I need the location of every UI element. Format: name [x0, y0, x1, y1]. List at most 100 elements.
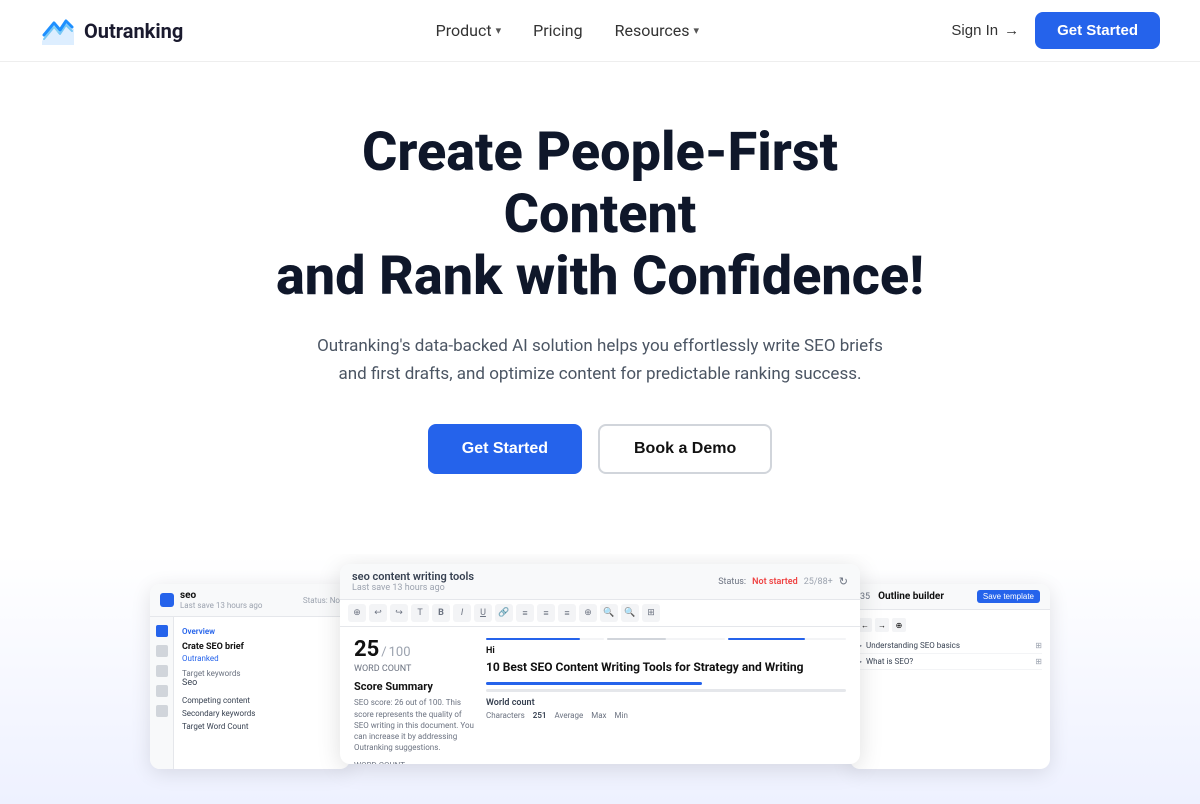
- screenshot-container: seo Last save 13 hours ago Status: No Ov…: [150, 564, 1050, 784]
- center-topbar-right: Status: Not started 25/88+ ↻: [718, 575, 848, 588]
- toolbar-btn-1[interactable]: ⊕: [348, 604, 366, 622]
- mini-logo-icon: [160, 593, 174, 607]
- max-label: Max: [591, 711, 606, 720]
- left-panel-title: seo: [180, 590, 262, 601]
- outline-expand-2: ⊞: [1035, 657, 1042, 666]
- score-separator: /: [381, 645, 386, 660]
- content-section: Hi 10 Best SEO Content Writing Tools for…: [486, 637, 846, 764]
- sidebar-icon-4: [156, 685, 168, 697]
- right-toolbar-btn-3[interactable]: ⊕: [892, 618, 906, 632]
- save-template-button[interactable]: Save template: [977, 590, 1040, 603]
- left-panel: seo Last save 13 hours ago Status: No Ov…: [150, 584, 350, 769]
- toc-item-secondary[interactable]: Secondary keywords: [182, 707, 342, 720]
- center-panel-title: seo content writing tools: [352, 570, 474, 583]
- chars-val: 251: [533, 711, 547, 720]
- brief-sub: Outranked: [182, 654, 342, 663]
- target-kw-val: Seo: [182, 678, 342, 688]
- center-panel: seo content writing tools Last save 13 h…: [340, 564, 860, 764]
- outline-text-2: What is SEO?: [866, 657, 913, 666]
- nav-pricing[interactable]: Pricing: [533, 21, 583, 40]
- sidebar-icons: [150, 617, 174, 769]
- score-section: 25 / 100 WORD COUNT Score Summary SEO sc…: [354, 637, 474, 764]
- toolbar-btn-9[interactable]: ≡: [516, 604, 534, 622]
- toc-item-target-wc[interactable]: Target Word Count: [182, 720, 342, 733]
- center-toolbar: ⊕ ↩ ↪ T B I U 🔗 ≡ ≡ ≡ ⊕ 🔍 🔍 ⊞: [340, 600, 860, 627]
- right-toolbar: ← → ⊕: [858, 618, 1042, 632]
- toolbar-btn-4[interactable]: T: [411, 604, 429, 622]
- navbar: Outranking Product ▾ Pricing Resources ▾…: [0, 0, 1200, 62]
- hero-book-demo-button[interactable]: Book a Demo: [598, 424, 772, 474]
- sidebar-icon-2: [156, 645, 168, 657]
- nav-actions: Sign In → Get Started: [951, 12, 1160, 49]
- bar-2: [607, 638, 725, 640]
- toolbar-btn-11[interactable]: ≡: [558, 604, 576, 622]
- toolbar-btn-12[interactable]: ⊕: [579, 604, 597, 622]
- center-body: 25 / 100 WORD COUNT Score Summary SEO sc…: [340, 627, 860, 764]
- product-chevron-icon: ▾: [496, 24, 502, 37]
- toolbar-btn-3[interactable]: ↪: [390, 604, 408, 622]
- outline-item-2[interactable]: ▸ What is SEO? ⊞: [858, 654, 1042, 670]
- status-value: Not started: [752, 577, 798, 587]
- resources-chevron-icon: ▾: [694, 24, 700, 37]
- target-kw-label: Target keywords: [182, 669, 342, 678]
- toolbar-btn-10[interactable]: ≡: [537, 604, 555, 622]
- score-total: 100: [389, 645, 411, 660]
- sidebar-icon-5: [156, 705, 168, 717]
- toolbar-btn-7[interactable]: U: [474, 604, 492, 622]
- score-badge: 25/88+: [804, 577, 833, 587]
- logo-link[interactable]: Outranking: [40, 13, 183, 49]
- arrow-right-icon: →: [1004, 22, 1019, 39]
- toolbar-btn-15[interactable]: ⊞: [642, 604, 660, 622]
- toc-item-overview[interactable]: Overview: [182, 625, 342, 638]
- get-started-nav-button[interactable]: Get Started: [1035, 12, 1160, 49]
- toolbar-btn-6[interactable]: I: [453, 604, 471, 622]
- outline-text-1: Understanding SEO basics: [866, 641, 960, 650]
- outline-item-1[interactable]: ▸ Understanding SEO basics ⊞: [858, 638, 1042, 654]
- target-kw-group: Target keywords Seo: [182, 669, 342, 688]
- score-value: 25: [354, 637, 379, 662]
- content-bars: [486, 637, 846, 640]
- hero-get-started-button[interactable]: Get Started: [428, 424, 582, 474]
- sign-in-button[interactable]: Sign In →: [951, 22, 1019, 39]
- right-toolbar-btn-2[interactable]: →: [875, 618, 889, 632]
- toolbar-btn-5[interactable]: B: [432, 604, 450, 622]
- toolbar-btn-14[interactable]: 🔍: [621, 604, 639, 622]
- right-header-left: 35 Outline builder: [860, 591, 944, 602]
- brief-title: Crate SEO brief: [182, 642, 342, 652]
- content-title: 10 Best SEO Content Writing Tools for St…: [486, 660, 846, 676]
- brand-name: Outranking: [84, 19, 183, 43]
- chars-label: Characters: [486, 711, 525, 720]
- avg-label: Average: [554, 711, 583, 720]
- bar-1: [486, 638, 604, 640]
- outline-expand-1: ⊞: [1035, 641, 1042, 650]
- score-display: 25 / 100: [354, 637, 474, 662]
- sidebar-icon-3: [156, 665, 168, 677]
- nav-resources[interactable]: Resources ▾: [615, 21, 699, 40]
- nav-links: Product ▾ Pricing Resources ▾: [436, 21, 699, 40]
- status-label: Status:: [718, 577, 746, 587]
- content-bar-empty: [486, 689, 846, 692]
- sidebar-icon-1: [156, 625, 168, 637]
- left-panel-subtitle: Last save 13 hours ago: [180, 601, 262, 610]
- right-panel-header: 35 Outline builder Save template: [850, 584, 1050, 610]
- hero-buttons: Get Started Book a Demo: [40, 424, 1160, 474]
- right-score-badge: 35: [860, 592, 870, 602]
- min-label: Min: [615, 711, 628, 720]
- score-title: Score Summary: [354, 680, 474, 693]
- refresh-icon: ↻: [839, 575, 848, 588]
- center-panel-title-group: seo content writing tools Last save 13 h…: [352, 570, 474, 593]
- screenshot-area: seo Last save 13 hours ago Status: No Ov…: [0, 554, 1200, 804]
- world-count-label: World count: [486, 698, 846, 708]
- nav-product[interactable]: Product ▾: [436, 21, 501, 40]
- word-count-section: WORD COUNT 45 ↑ 1807-3738: [354, 761, 474, 764]
- right-toolbar-btn-1[interactable]: ←: [858, 618, 872, 632]
- hero-subtitle: Outranking's data-backed AI solution hel…: [310, 332, 890, 388]
- toc-item-competing[interactable]: Competing content: [182, 694, 342, 707]
- toolbar-btn-8[interactable]: 🔗: [495, 604, 513, 622]
- toolbar-btn-2[interactable]: ↩: [369, 604, 387, 622]
- hero-title: Create People-First Content and Rank wit…: [260, 122, 940, 308]
- hero-section: Create People-First Content and Rank wit…: [0, 62, 1200, 554]
- toolbar-btn-13[interactable]: 🔍: [600, 604, 618, 622]
- left-panel-status: Status: No: [303, 596, 340, 605]
- center-topbar: seo content writing tools Last save 13 h…: [340, 564, 860, 600]
